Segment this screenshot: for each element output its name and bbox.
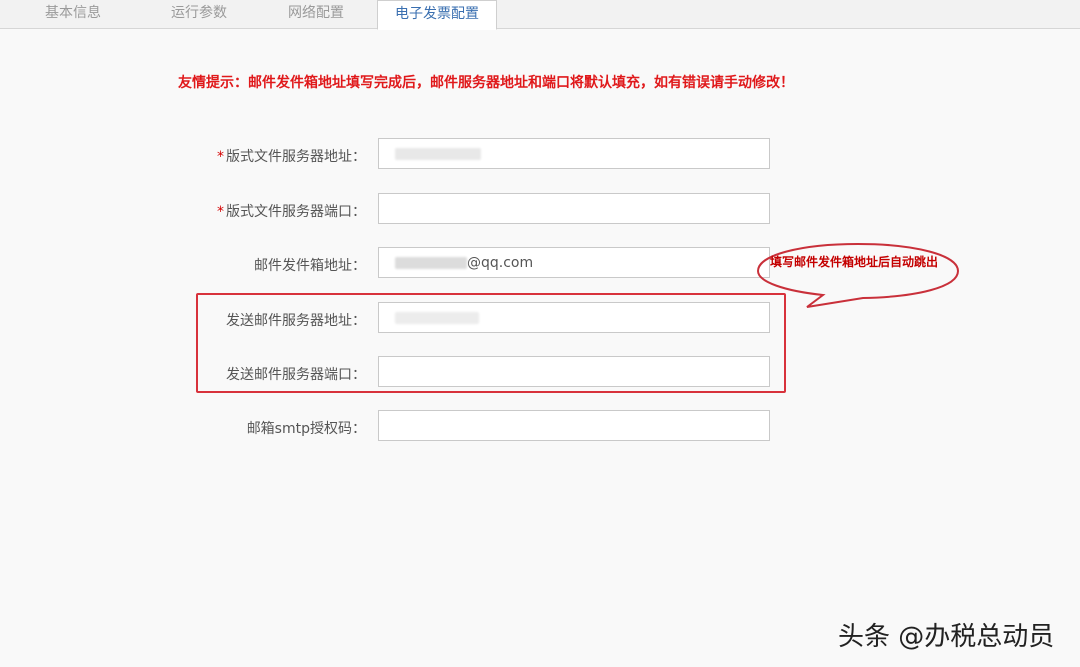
tab-basic-info[interactable]: 基本信息 xyxy=(14,0,132,28)
tab-network-config[interactable]: 网络配置 xyxy=(257,0,375,28)
tab-bar: 基本信息 运行参数 网络配置 电子发票配置 xyxy=(0,0,1080,30)
highlight-box xyxy=(196,293,786,393)
callout-text: 填写邮件发件箱地址后自动跳出 xyxy=(770,255,939,269)
format-server-port-label: * 版式文件服务器端口： xyxy=(217,204,366,220)
notice-text: 友情提示：邮件发件箱地址填写完成后，邮件服务器地址和端口将默认填充，如有错误请手… xyxy=(178,75,794,91)
redacted-text xyxy=(395,257,467,269)
tab-run-params[interactable]: 运行参数 xyxy=(140,0,258,28)
smtp-auth-code-label: 邮箱smtp授权码： xyxy=(246,421,366,437)
tab-e-invoice-config[interactable]: 电子发票配置 xyxy=(377,0,497,30)
required-mark: * xyxy=(217,204,224,220)
format-server-address-input[interactable] xyxy=(378,138,770,169)
sender-email-label: 邮件发件箱地址： xyxy=(254,258,366,274)
sender-email-domain: @qq.com xyxy=(467,255,534,271)
watermark: 头条 @办税总动员 xyxy=(838,622,1055,652)
callout-bubble xyxy=(756,242,960,308)
required-mark: * xyxy=(217,149,224,165)
format-server-port-input[interactable] xyxy=(378,193,770,224)
smtp-auth-code-input[interactable] xyxy=(378,410,770,441)
sender-email-input[interactable]: @qq.com xyxy=(378,247,770,278)
format-server-address-label: * 版式文件服务器地址： xyxy=(217,149,366,165)
